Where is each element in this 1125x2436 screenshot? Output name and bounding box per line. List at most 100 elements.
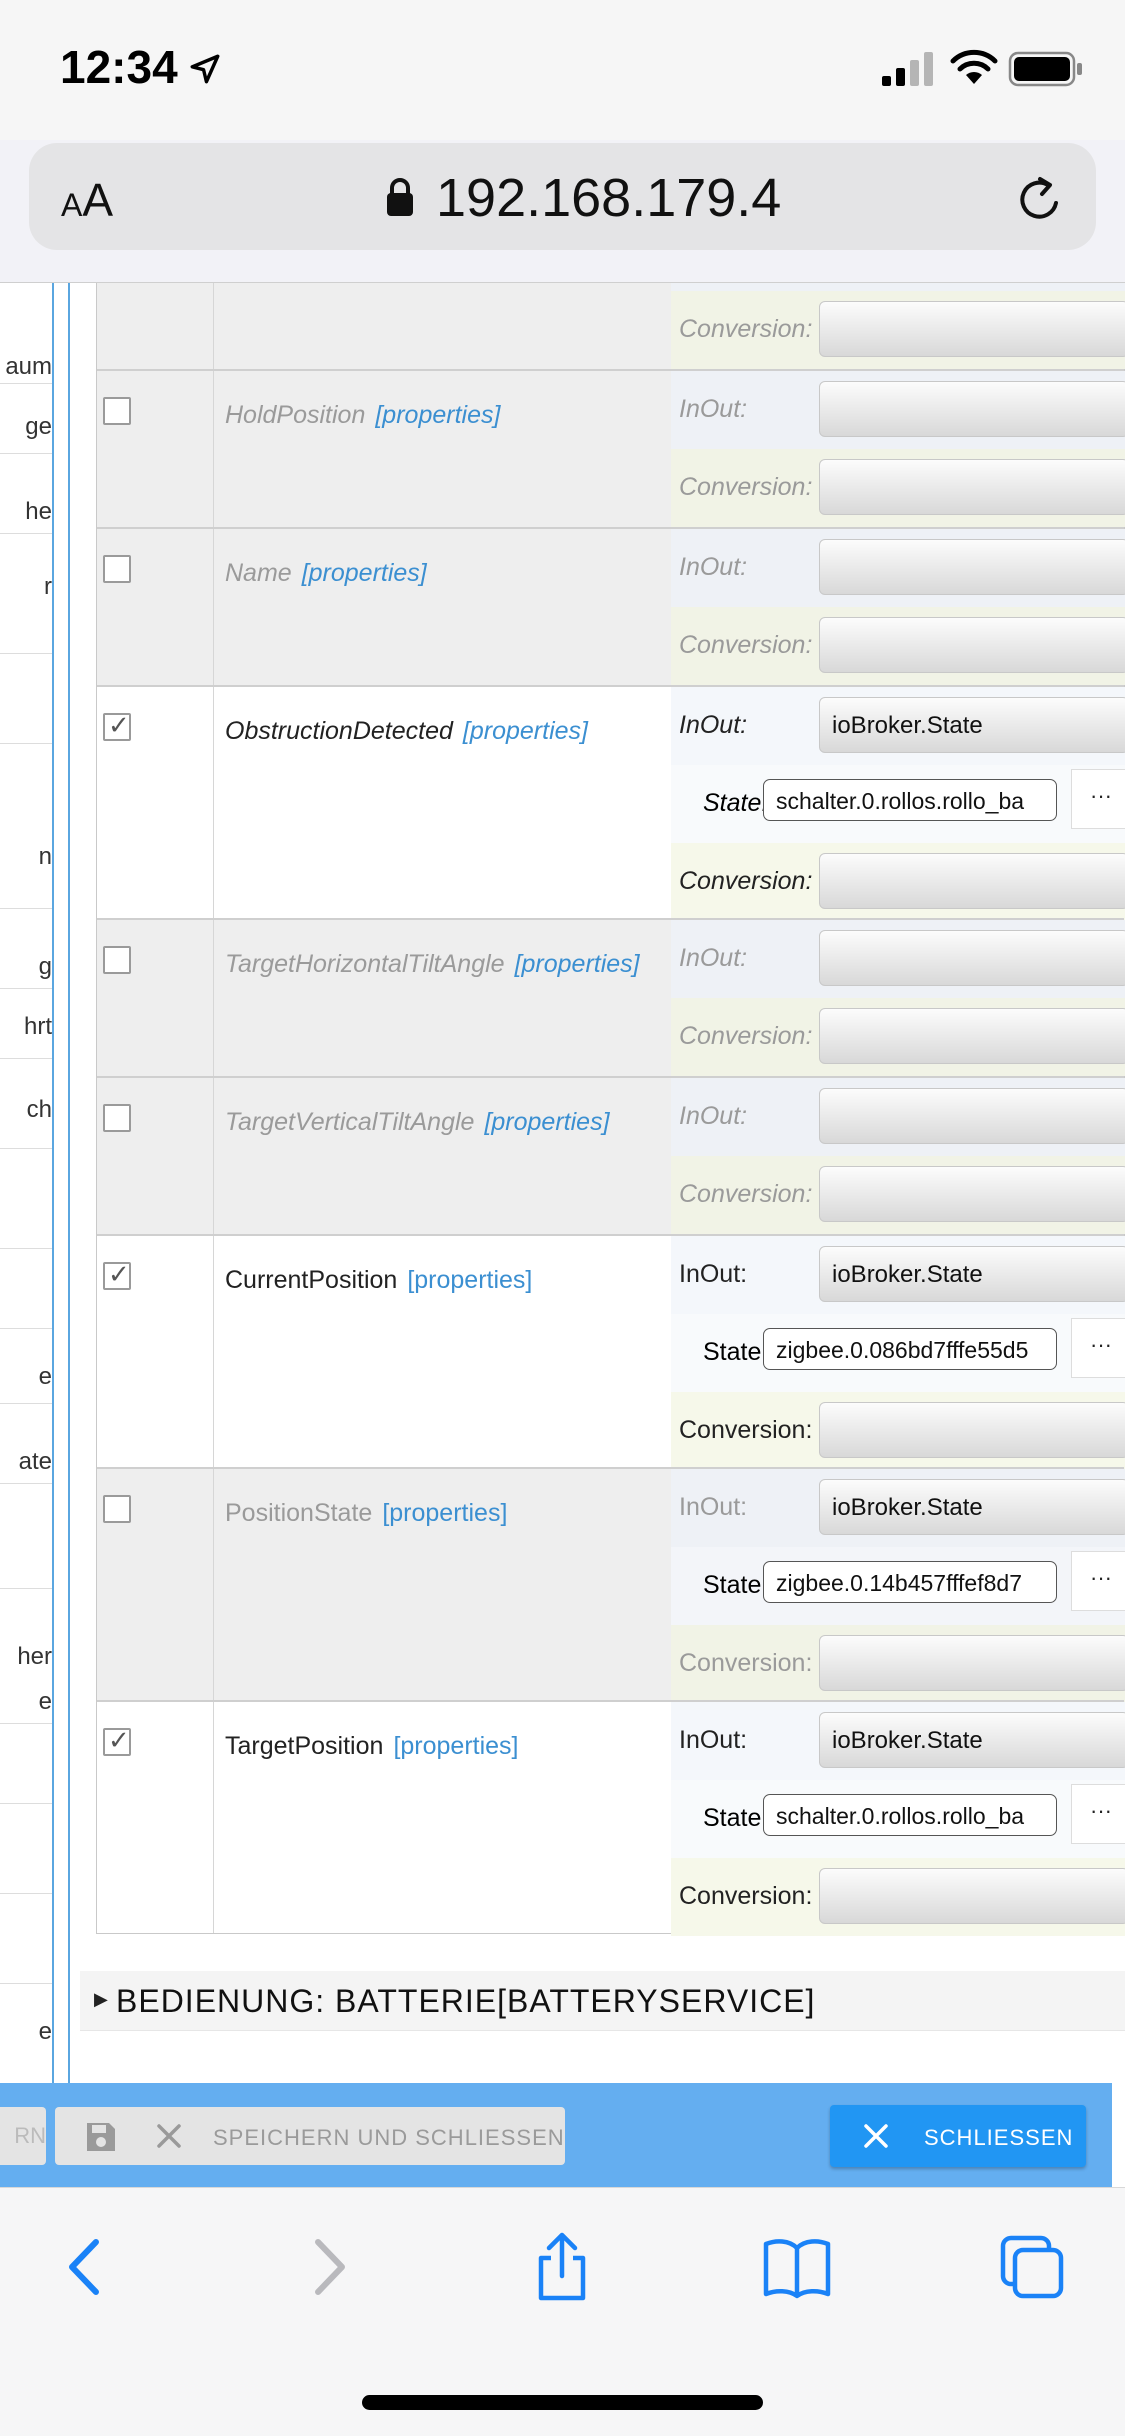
inout-select[interactable]: ioBroker.State [819,1479,1125,1535]
state-picker-button[interactable]: ··· [1071,1551,1125,1611]
conversion-select[interactable] [819,1166,1125,1222]
characteristic-name: Name [225,559,292,587]
conversion-select[interactable] [819,617,1125,673]
dialog-toolbar: RN SPEICHERN UND SCHLIESSEN SCHLIESSEN [0,2083,1112,2187]
enable-checkbox[interactable]: ✓ [103,1495,131,1523]
lock-icon [387,178,413,216]
enable-checkbox[interactable]: ✓ [103,397,131,425]
characteristic-name: TargetPosition [225,1732,384,1760]
sidebar-fragment[interactable]: e [0,1363,52,1391]
characteristics-table: Conversion: ✓ HoldPosition [properties] I… [96,283,1125,1936]
properties-link[interactable]: [properties] [382,1499,507,1527]
properties-link[interactable]: [properties] [302,559,427,587]
properties-link[interactable]: [properties] [407,1266,532,1294]
tabs-icon[interactable] [997,2232,1067,2302]
sidebar-fragment[interactable]: aum [0,353,52,381]
inout-select[interactable]: ioBroker.State [819,697,1125,753]
inout-select[interactable] [819,1088,1125,1144]
state-input[interactable]: schalter.0.rollos.rollo_ba [763,1794,1057,1836]
sidebar-fragment[interactable]: ch [0,1096,52,1124]
inout-select[interactable] [819,539,1125,595]
close-button[interactable]: SCHLIESSEN [830,2105,1086,2167]
left-sidebar: aum ge he r n g hrt ch e ate her e e [0,283,52,2083]
enable-checkbox[interactable]: ✓ [103,711,131,741]
sidebar-fragment[interactable]: r [0,573,52,601]
sidebar-fragment[interactable]: he [0,498,52,526]
inout-select[interactable]: ioBroker.State [819,1246,1125,1302]
enable-checkbox[interactable]: ✓ [103,946,131,974]
state-input[interactable]: zigbee.0.14b457fffef8d7 [763,1561,1057,1603]
conversion-label: Conversion: [679,867,813,895]
characteristic-label: TargetHorizontalTiltAngle [properties] [225,950,640,979]
characteristic-row: ✓ TargetPosition [properties] InOut: ioBro… [97,1700,1125,1936]
state-input[interactable]: schalter.0.rollos.rollo_ba [763,779,1057,821]
sidebar-fragment[interactable]: ate [0,1448,52,1476]
inout-label: InOut: [679,944,748,972]
enable-checkbox[interactable]: ✓ [103,1260,131,1290]
close-icon [864,2124,888,2148]
properties-link[interactable]: [properties] [393,1732,518,1760]
address-bar[interactable]: AA 192.168.179.4 [29,143,1096,250]
sidebar-fragment[interactable]: g [0,953,52,981]
text-size-button[interactable]: AA [61,173,113,227]
forward-chevron-icon[interactable] [292,2232,362,2302]
conversion-label: Conversion: [679,1416,813,1444]
share-icon[interactable] [527,2232,597,2302]
close-label: SCHLIESSEN [924,2125,1074,2150]
conversion-select[interactable] [819,1868,1125,1924]
state-picker-button[interactable]: ··· [1071,1318,1125,1378]
inout-label: InOut: [679,1726,748,1754]
inout-label: InOut: [679,1102,748,1130]
home-indicator[interactable] [362,2395,763,2410]
properties-link[interactable]: [properties] [375,401,500,429]
inout-select[interactable] [819,381,1125,437]
conversion-field-row: Conversion: [671,291,1125,369]
sidebar-fragment[interactable]: e [0,1688,52,1716]
sidebar-fragment[interactable]: her [0,1643,52,1671]
sidebar-fragment[interactable]: ge [0,413,52,441]
back-chevron-icon[interactable] [52,2232,122,2302]
state-picker-button[interactable]: ··· [1071,1784,1125,1844]
conversion-select[interactable] [819,1402,1125,1458]
sidebar-fragment[interactable]: n [0,843,52,871]
inout-select[interactable]: ioBroker.State [819,1712,1125,1768]
conversion-select[interactable] [819,1635,1125,1691]
inout-label: InOut: [679,395,748,423]
state-input[interactable]: zigbee.0.086bd7fffe55d5 [763,1328,1057,1370]
conversion-select[interactable] [819,853,1125,909]
close-icon [157,2124,181,2148]
url-text[interactable]: 192.168.179.4 [436,167,781,229]
section-header-battery[interactable]: ▶ BEDIENUNG: BATTERIE[BATTERYSERVICE] [80,1971,1125,2031]
save-and-close-button[interactable]: SPEICHERN UND SCHLIESSEN [55,2107,565,2165]
enable-checkbox[interactable]: ✓ [103,1726,131,1756]
section-title: BEDIENUNG: BATTERIE[BATTERYSERVICE] [116,1983,816,2019]
properties-link[interactable]: [properties] [515,950,640,978]
divider [68,283,70,2083]
conversion-select[interactable] [819,1008,1125,1064]
partial-button[interactable]: RN [0,2107,46,2165]
characteristic-label: ObstructionDetected [properties] [225,717,588,746]
conversion-label: Conversion: [679,1649,813,1677]
characteristic-label: CurrentPosition [properties] [225,1266,532,1295]
properties-link[interactable]: [properties] [484,1108,609,1136]
enable-checkbox[interactable]: ✓ [103,1104,131,1132]
characteristic-name: HoldPosition [225,401,366,429]
characteristic-row: ✓ ObstructionDetected [properties] InOut:… [97,685,1125,921]
state-label: State: [703,1338,769,1366]
state-label: State: [703,1571,769,1599]
state-picker-button[interactable]: ··· [1071,769,1125,829]
bookmarks-icon[interactable] [762,2232,832,2302]
conversion-label: Conversion: [679,1882,813,1910]
battery-icon [1008,51,1082,87]
sidebar-fragment[interactable]: hrt [0,1013,52,1041]
characteristic-label: TargetPosition [properties] [225,1732,519,1761]
conversion-select[interactable] [819,459,1125,515]
sidebar-fragment[interactable]: e [0,2018,52,2046]
properties-link[interactable]: [properties] [463,717,588,745]
enable-checkbox[interactable]: ✓ [103,555,131,583]
inout-select[interactable] [819,930,1125,986]
status-bar: 12:34 [0,0,1125,140]
reload-icon[interactable] [1014,173,1066,225]
characteristic-row: ✓ CurrentPosition [properties] InOut: ioBr… [97,1234,1125,1470]
conversion-select[interactable] [819,301,1125,357]
